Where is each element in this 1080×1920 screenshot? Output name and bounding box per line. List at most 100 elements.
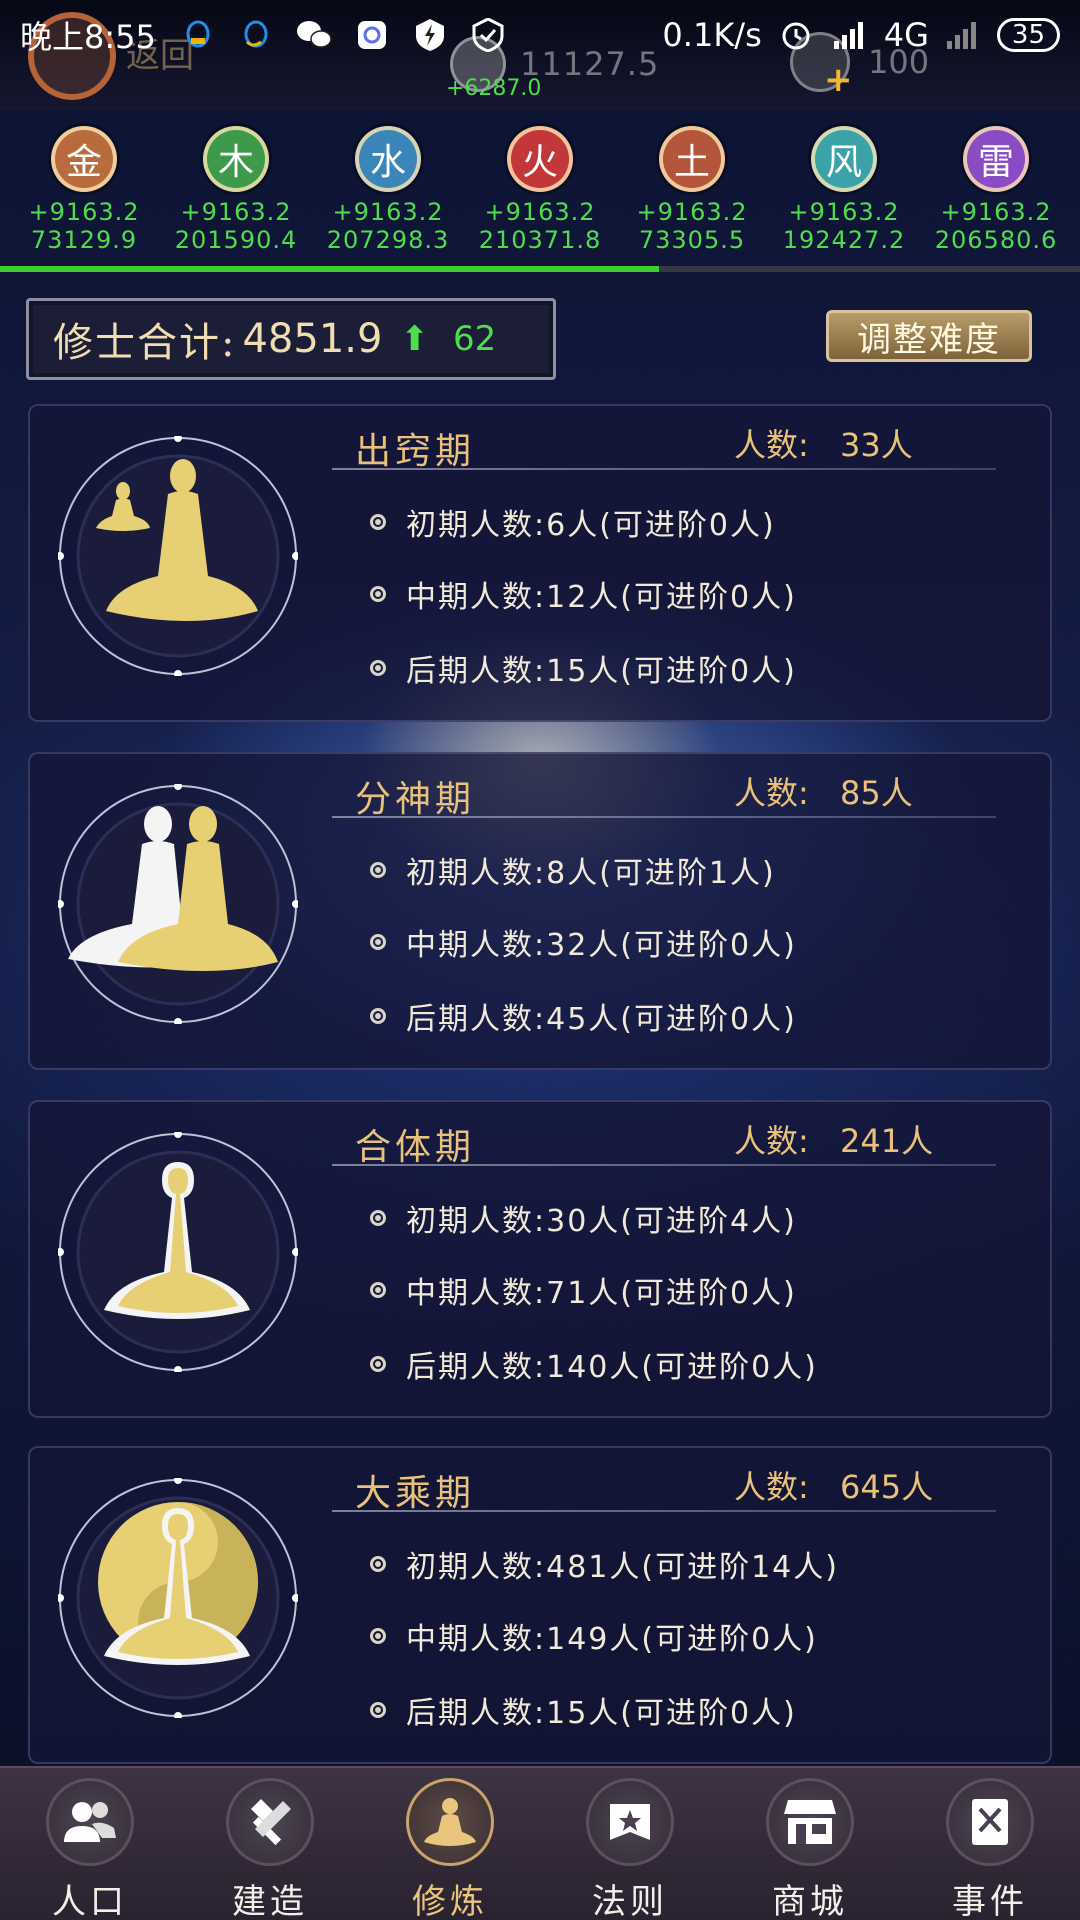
cultivate-icon [406, 1778, 494, 1866]
total-delta: 62 [452, 319, 497, 359]
bottom-nav: 人口 建造 修炼 法则 商城 事件 [0, 1766, 1080, 1920]
build-icon [226, 1778, 314, 1866]
stage-text: 后期人数:15人(可进阶0人) [406, 1696, 797, 1731]
adjust-difficulty-button[interactable]: 调整难度 [826, 310, 1032, 362]
stage-text: 初期人数:8人(可进阶1人) [406, 856, 776, 891]
stage-late: 后期人数:15人(可进阶0人) [370, 646, 797, 690]
stage-text: 后期人数:140人(可进阶0人) [406, 1350, 818, 1385]
stage-early: 初期人数:30人(可进阶4人) [370, 1196, 797, 1240]
nav-label: 建造 [232, 1882, 308, 1920]
element-total: 210371.8 [478, 226, 602, 254]
element-thunder[interactable]: 雷 +9163.2 206580.6 [921, 126, 1071, 266]
element-gain: +9163.2 [940, 198, 1052, 226]
cultivation-progress-bar [0, 266, 1080, 272]
realm-count: 241人 [840, 1122, 934, 1160]
bullet-icon [370, 586, 386, 602]
nav-label: 法则 [592, 1882, 668, 1920]
bullet-icon [370, 1282, 386, 1298]
network-type: 4G [883, 16, 929, 54]
qq-notification-icon [178, 15, 218, 55]
event-icon [946, 1778, 1034, 1866]
signal-2-icon [943, 15, 983, 55]
nav-shop[interactable]: 商城 [735, 1778, 885, 1920]
realm-count-label: 人数: [734, 1122, 809, 1160]
earth-icon: 土 [659, 126, 725, 192]
element-wind[interactable]: 风 +9163.2 192427.2 [769, 126, 919, 266]
realm-count-label: 人数: [734, 774, 809, 812]
stage-early: 初期人数:6人(可进阶0人) [370, 500, 776, 544]
realm-card-fenshen: 分神期 人数: 85人 初期人数:8人(可进阶1人) 中期人数:32人(可进阶0… [28, 752, 1052, 1070]
meditation-double-icon [58, 784, 298, 1024]
nav-build[interactable]: 建造 [195, 1778, 345, 1920]
meditation-glow-icon [58, 1132, 298, 1372]
element-wood[interactable]: 木 +9163.2 201590.4 [161, 126, 311, 266]
stage-late: 后期人数:140人(可进阶0人) [370, 1342, 818, 1386]
network-speed: 0.1K/s [662, 16, 762, 54]
stage-text: 中期人数:12人(可进阶0人) [406, 580, 797, 615]
nav-cultivate[interactable]: 修炼 [375, 1778, 525, 1920]
bullet-icon [370, 1556, 386, 1572]
meditation-single-small-icon [58, 436, 298, 676]
realm-count: 33人 [840, 426, 913, 464]
realm-divider [332, 1164, 996, 1166]
nav-event[interactable]: 事件 [915, 1778, 1065, 1920]
total-label: 修士合计: [53, 320, 237, 366]
shield-check-icon [468, 15, 508, 55]
element-gain: +9163.2 [636, 198, 748, 226]
element-water[interactable]: 水 +9163.2 207298.3 [313, 126, 463, 266]
element-total: 73129.9 [30, 226, 138, 254]
nav-label: 事件 [952, 1882, 1028, 1920]
realm-count: 645人 [840, 1468, 934, 1506]
total-value: 4851.9 [242, 316, 383, 362]
bullet-icon [370, 1628, 386, 1644]
element-total: 201590.4 [174, 226, 298, 254]
stage-middle: 中期人数:12人(可进阶0人) [370, 572, 797, 616]
element-total: 192427.2 [782, 226, 906, 254]
nav-law[interactable]: 法则 [555, 1778, 705, 1920]
nav-label: 修炼 [412, 1882, 488, 1920]
stage-early: 初期人数:8人(可进阶1人) [370, 848, 776, 892]
bullet-icon [370, 1356, 386, 1372]
cultivation-progress-fill [0, 266, 659, 272]
element-fire[interactable]: 火 +9163.2 210371.8 [465, 126, 615, 266]
element-resources: 金 +9163.2 73129.9 木 +9163.2 201590.4 水 +… [0, 126, 1080, 266]
realm-name: 分神期 [355, 779, 476, 820]
bullet-icon [370, 862, 386, 878]
realm-count-label: 人数: [734, 426, 809, 464]
metal-icon: 金 [51, 126, 117, 192]
app-icon [352, 15, 392, 55]
realm-name: 出窍期 [355, 431, 476, 472]
wood-icon: 木 [203, 126, 269, 192]
realm-count-label: 人数: [734, 1468, 809, 1506]
bullet-icon [370, 514, 386, 530]
stage-early: 初期人数:481人(可进阶14人) [370, 1542, 839, 1586]
realm-name: 大乘期 [355, 1473, 476, 1514]
stage-late: 后期人数:45人(可进阶0人) [370, 994, 797, 1038]
realm-name: 合体期 [355, 1127, 476, 1168]
status-time: 晚上8:55 [20, 18, 156, 56]
element-total: 73305.5 [638, 226, 746, 254]
law-icon [586, 1778, 674, 1866]
realm-card-dacheng: 大乘期 人数: 645人 初期人数:481人(可进阶14人) 中期人数:149人… [28, 1446, 1052, 1764]
bullet-icon [370, 1008, 386, 1024]
element-metal[interactable]: 金 +9163.2 73129.9 [9, 126, 159, 266]
alarm-icon [776, 15, 816, 55]
realm-divider [332, 1510, 996, 1512]
realm-divider [332, 816, 996, 818]
realm-divider [332, 468, 996, 470]
element-gain: +9163.2 [484, 198, 596, 226]
up-arrow-icon: ⬆ [400, 319, 429, 359]
bullet-icon [370, 1210, 386, 1226]
bullet-icon [370, 660, 386, 676]
stage-text: 后期人数:45人(可进阶0人) [406, 1002, 797, 1037]
cultivator-total-panel: 修士合计: 4851.9 ⬆ 62 [26, 298, 556, 380]
stage-text: 初期人数:481人(可进阶14人) [406, 1550, 839, 1585]
nav-label: 人口 [52, 1882, 128, 1920]
element-total: 207298.3 [326, 226, 450, 254]
fire-icon: 火 [507, 126, 573, 192]
element-earth[interactable]: 土 +9163.2 73305.5 [617, 126, 767, 266]
spirit-resource-gain: +6287.0 [446, 76, 542, 101]
nav-population[interactable]: 人口 [15, 1778, 165, 1920]
element-total: 206580.6 [934, 226, 1058, 254]
element-gain: +9163.2 [28, 198, 140, 226]
